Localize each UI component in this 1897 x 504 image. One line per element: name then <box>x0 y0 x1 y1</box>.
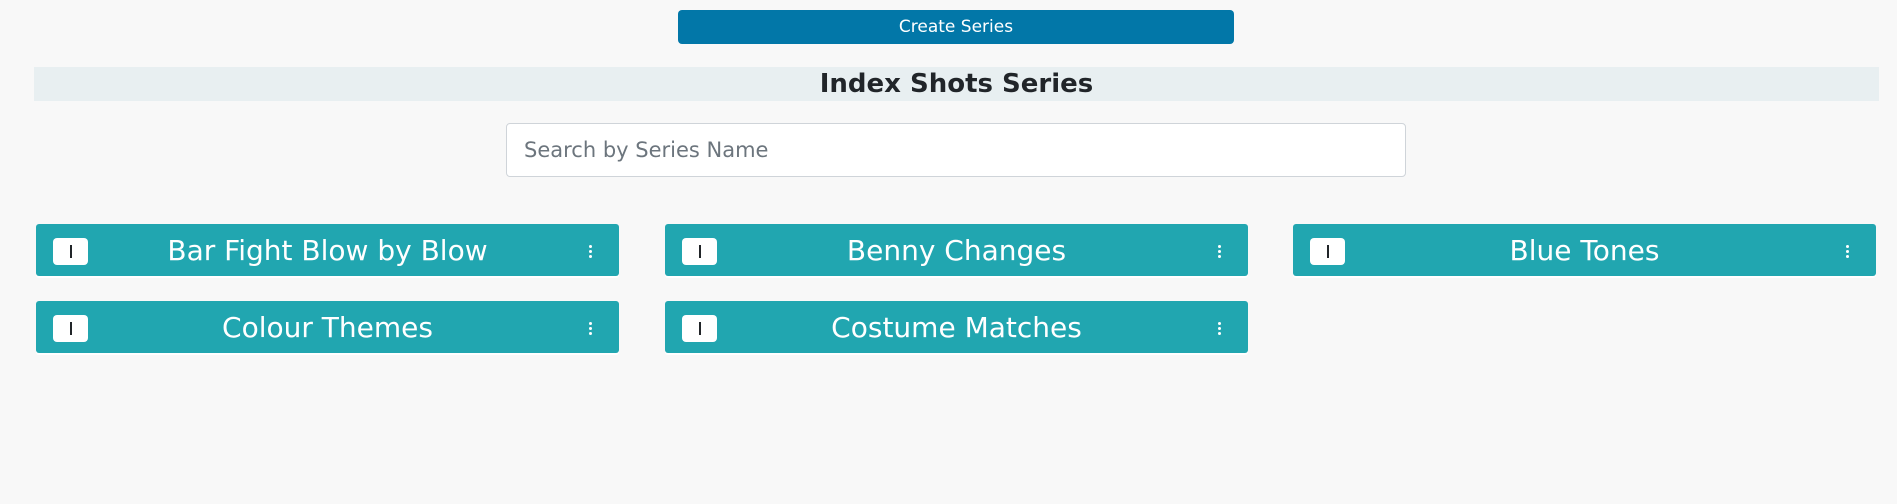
series-card[interactable]: Blue Tones <box>1293 224 1876 276</box>
info-icon[interactable] <box>682 315 717 342</box>
series-card[interactable]: Colour Themes <box>36 301 619 353</box>
page-title: Index Shots Series <box>819 69 1094 99</box>
info-icon[interactable] <box>53 238 88 265</box>
series-card-title[interactable]: Colour Themes <box>96 301 559 353</box>
search-input[interactable] <box>506 123 1406 177</box>
info-icon[interactable] <box>53 315 88 342</box>
series-card-title[interactable]: Bar Fight Blow by Blow <box>96 224 559 276</box>
info-icon[interactable] <box>682 238 717 265</box>
kebab-menu-icon[interactable] <box>585 240 595 262</box>
series-card-title[interactable]: Benny Changes <box>725 224 1188 276</box>
series-card-title[interactable]: Blue Tones <box>1353 224 1816 276</box>
kebab-menu-icon[interactable] <box>1214 240 1224 262</box>
info-icon[interactable] <box>1310 238 1345 265</box>
page-title-bar: Index Shots Series <box>34 67 1879 101</box>
series-card[interactable]: Benny Changes <box>665 224 1248 276</box>
series-card[interactable]: Bar Fight Blow by Blow <box>36 224 619 276</box>
series-card-title[interactable]: Costume Matches <box>725 301 1188 353</box>
search-container <box>506 123 1406 177</box>
kebab-menu-icon[interactable] <box>585 317 595 339</box>
create-series-button[interactable]: Create Series <box>678 10 1234 44</box>
kebab-menu-icon[interactable] <box>1214 317 1224 339</box>
kebab-menu-icon[interactable] <box>1842 240 1852 262</box>
series-card[interactable]: Costume Matches <box>665 301 1248 353</box>
